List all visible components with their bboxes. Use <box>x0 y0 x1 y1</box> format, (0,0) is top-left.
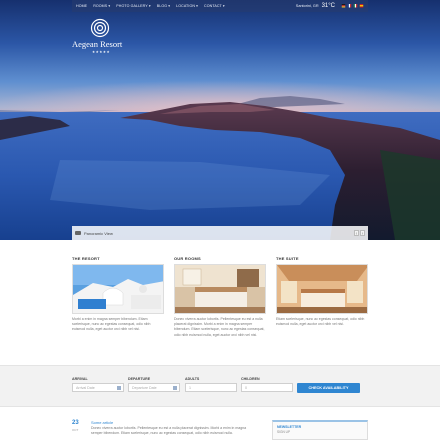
weather-location: Santorini, GR <box>295 4 319 8</box>
weather-temperature: 31°C <box>321 3 335 9</box>
flag-de-icon[interactable] <box>341 4 346 8</box>
article-body: Donec viverra auctor lobortis. Pellentes… <box>91 426 247 435</box>
calendar-icon[interactable] <box>117 386 121 390</box>
arrival-input[interactable]: Arrival Date <box>72 383 124 392</box>
suite-photo[interactable] <box>276 264 368 314</box>
article-title[interactable]: Some article <box>91 420 113 425</box>
departure-input[interactable]: Departure Date <box>128 383 180 392</box>
resort-logo[interactable]: Aegean Resort ★★★★★ <box>72 18 142 54</box>
camera-icon <box>75 231 81 235</box>
feature-text: Morbi a enim in magna semper bibendum. E… <box>72 317 151 332</box>
flag-it-icon[interactable] <box>353 4 358 8</box>
logo-name: Aegean Resort <box>72 39 123 49</box>
flag-fr-icon[interactable] <box>347 4 352 8</box>
feature-title: The Resort <box>72 256 100 261</box>
language-selector <box>341 4 364 8</box>
hero-image <box>0 80 440 240</box>
article-preview: 23 Oct Some article Donec viverra auctor… <box>72 418 272 440</box>
article-month: Oct <box>72 428 79 432</box>
newsletter-box: Newsletter Sign up <box>272 420 368 440</box>
resort-photo[interactable] <box>72 264 164 314</box>
swirl-logo-icon <box>90 18 110 38</box>
adults-field: Adults 1 <box>185 377 237 392</box>
newsletter-signup-link[interactable]: Sign up <box>277 430 363 434</box>
departure-field: Departure Departure Date <box>128 377 180 392</box>
top-navigation: Home Rooms ▾ Photo Gallery ▾ Blog ▾ Loca… <box>72 0 368 12</box>
check-availability-button[interactable]: Check Availability <box>297 383 360 393</box>
calendar-icon[interactable] <box>173 386 177 390</box>
feature-text: Donec viverra auctor lobortis. Pellentes… <box>174 317 265 337</box>
nav-rooms[interactable]: Rooms ▾ <box>93 4 110 8</box>
newsletter-title: Newsletter <box>277 425 302 429</box>
feature-text: Etiam scelerisque, nunc ac egestas conse… <box>276 317 365 327</box>
adults-select[interactable]: 1 <box>185 383 237 392</box>
booking-bar: Arrival Arrival Date Departure Departure… <box>0 365 440 407</box>
flag-es-icon[interactable] <box>359 4 364 8</box>
article-day: 23 <box>72 420 79 426</box>
children-field: Children 0 <box>241 377 293 392</box>
caption-text: Panoramic View <box>84 230 113 236</box>
feature-title: Our Rooms <box>174 256 201 261</box>
nav-photo-gallery[interactable]: Photo Gallery ▾ <box>116 4 150 8</box>
logo-stars: ★★★★★ <box>92 50 111 54</box>
hero-slider: Home Rooms ▾ Photo Gallery ▾ Blog ▾ Loca… <box>0 0 440 240</box>
nav-blog[interactable]: Blog ▾ <box>157 4 170 8</box>
arrival-field: Arrival Arrival Date <box>72 377 124 392</box>
slider-next-button[interactable]: › <box>360 230 365 237</box>
feature-the-resort: The Resort Morbi a enim in magna semper … <box>72 256 164 333</box>
feature-the-suite: The Suite Etiam scelerisque, nunc ac ege… <box>276 256 368 327</box>
nav-contact[interactable]: Contact ▾ <box>204 4 225 8</box>
feature-title: The Suite <box>276 256 299 261</box>
slider-prev-button[interactable]: ‹ <box>354 230 359 237</box>
children-select[interactable]: 0 <box>241 383 293 392</box>
feature-our-rooms: Our Rooms Donec viverra auctor lobortis.… <box>174 256 266 338</box>
nav-location[interactable]: Location ▾ <box>176 4 198 8</box>
nav-home[interactable]: Home <box>76 4 87 8</box>
features-section: The Resort Morbi a enim in magna semper … <box>72 256 368 356</box>
slider-caption: Panoramic View ‹ › <box>72 226 368 240</box>
rooms-photo[interactable] <box>174 264 266 314</box>
